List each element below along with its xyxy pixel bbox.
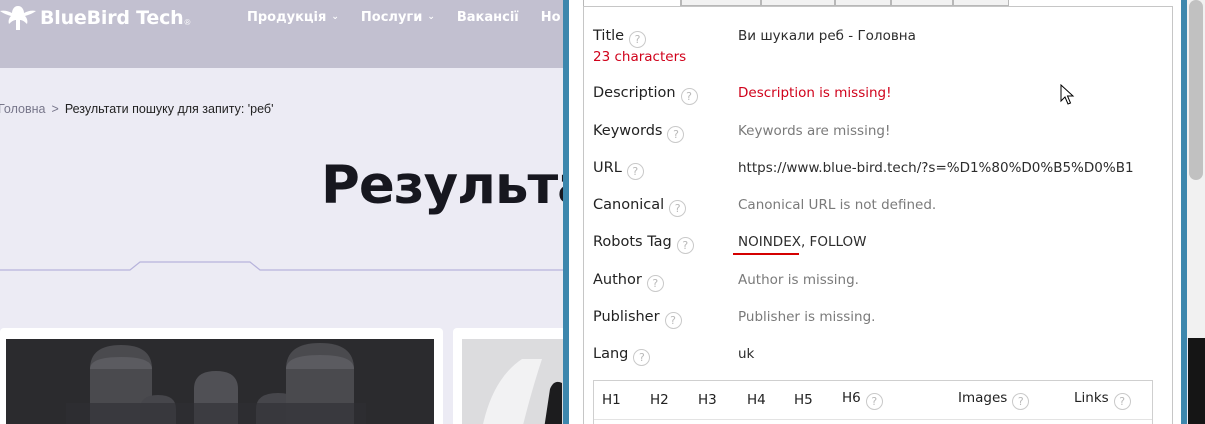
breadcrumb-separator: > (51, 102, 59, 116)
breadcrumb-current: Результати пошуку для запиту: 'реб' (64, 102, 274, 116)
product-image[interactable] (462, 339, 566, 424)
table-divider (594, 419, 1152, 420)
help-icon[interactable]: ? (680, 88, 698, 105)
decorative-divider (0, 261, 566, 271)
canonical-value: Canonical URL is not defined. (738, 197, 937, 213)
h4-column-header[interactable]: H4 (747, 392, 766, 408)
nav-item-services[interactable]: Послуги ⌄ (361, 10, 435, 25)
row-label: Description? (593, 85, 698, 105)
h1-column-header[interactable]: H1 (602, 392, 621, 408)
h2-column-header[interactable]: H2 (650, 392, 669, 408)
title-char-count: 23 characters (593, 49, 687, 65)
h3-column-header[interactable]: H3 (698, 392, 717, 408)
description-value: Description is missing! (738, 85, 892, 101)
cursor-icon (1060, 84, 1075, 105)
row-label: Title? (593, 28, 647, 48)
help-icon[interactable]: ? (676, 237, 694, 254)
help-icon[interactable]: ? (629, 31, 647, 48)
nav-item-vacancies[interactable]: Вакансії (457, 10, 519, 25)
help-icon[interactable]: ? (669, 200, 687, 217)
images-column-header[interactable]: Images? (958, 390, 1030, 410)
publisher-value: Publisher is missing. (738, 309, 876, 325)
product-image[interactable] (6, 339, 434, 424)
help-icon[interactable]: ? (646, 275, 664, 292)
page-scrollbar-thumb[interactable] (1189, 0, 1203, 180)
row-label: URL? (593, 160, 644, 180)
main-nav: Продукція⌄ Послуги⌄ Вакансії Нов (247, 10, 560, 25)
background-image-edge (1188, 338, 1205, 424)
breadcrumb: Головна > Результати пошуку для запиту: 'р… (0, 102, 273, 116)
help-icon[interactable]: ? (1113, 393, 1131, 410)
help-icon[interactable]: ? (865, 393, 883, 410)
lang-value: uk (738, 346, 755, 362)
page-title: Результа (321, 155, 566, 216)
help-icon[interactable]: ? (626, 163, 644, 180)
row-label: Robots Tag? (593, 234, 694, 254)
title-value: Ви шукали реб - Головна (738, 28, 916, 44)
product-card[interactable] (453, 328, 566, 424)
h6-column-header[interactable]: H6? (842, 390, 883, 410)
links-column-header[interactable]: Links? (1074, 390, 1131, 410)
help-icon[interactable]: ? (1012, 393, 1030, 410)
row-label: Canonical? (593, 197, 687, 217)
help-icon[interactable]: ? (633, 349, 651, 366)
chevron-down-icon: ⌄ (331, 12, 339, 22)
nav-item-news[interactable]: Нов (541, 10, 560, 25)
url-value[interactable]: https://www.blue-bird.tech/?s=%D1%80%D0%… (738, 160, 1134, 176)
row-label: Lang? (593, 346, 651, 366)
row-label: Publisher? (593, 309, 682, 329)
chevron-down-icon: ⌄ (427, 12, 435, 22)
author-value: Author is missing. (738, 272, 859, 288)
product-card[interactable] (0, 328, 443, 424)
row-label: Keywords? (593, 123, 685, 143)
robots-value: NOINDEX, FOLLOW (738, 234, 867, 250)
nav-item-products[interactable]: Продукція ⌄ (247, 10, 339, 25)
help-icon[interactable]: ? (664, 312, 682, 329)
row-label: Author? (593, 272, 664, 292)
help-icon[interactable]: ? (667, 126, 685, 143)
noindex-annotation-underline (733, 253, 799, 255)
headings-summary-table: H1 H2 H3 H4 H5 H6? Images? Links? (593, 380, 1153, 424)
breadcrumb-home-link[interactable]: Головна (0, 102, 46, 116)
keywords-value: Keywords are missing! (738, 123, 891, 139)
h5-column-header[interactable]: H5 (794, 392, 813, 408)
